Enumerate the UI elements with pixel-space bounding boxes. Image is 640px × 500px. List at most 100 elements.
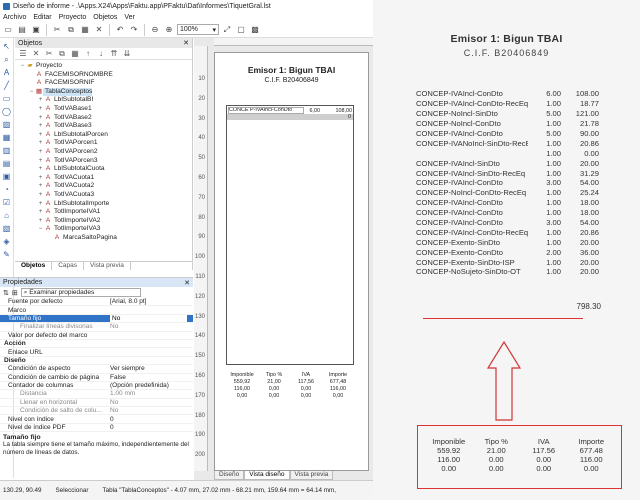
tree-item[interactable]: + A TotIVABase2: [19, 114, 192, 123]
tree-toggle-icon[interactable]: −: [28, 88, 35, 97]
chart-icon[interactable]: ▤: [2, 159, 12, 168]
property-value[interactable]: Ver siempre: [110, 365, 193, 372]
delete-icon[interactable]: ✕: [93, 24, 105, 36]
property-row[interactable]: Diseño: [0, 357, 193, 366]
formcontrol-icon[interactable]: ☑: [2, 198, 12, 207]
new-icon[interactable]: ▭: [2, 24, 14, 36]
tree-item[interactable]: A FACEMISORNOMBRE: [19, 71, 192, 80]
properties-search[interactable]: ⌕ Examinar propiedades: [20, 288, 141, 297]
tree-toggle-icon[interactable]: +: [37, 174, 44, 183]
property-row[interactable]: Acción: [0, 340, 193, 349]
preview-icon[interactable]: ▢: [235, 24, 247, 36]
paint-icon[interactable]: ✎: [2, 250, 12, 259]
tree-item[interactable]: + A TotlImporteIVA2: [19, 217, 192, 226]
tree-item[interactable]: + A TotIVACuota2: [19, 182, 192, 191]
property-value[interactable]: 0: [110, 424, 193, 431]
table-icon[interactable]: ▦: [2, 133, 12, 142]
tree-item[interactable]: − ▦ TablaConceptos: [19, 87, 192, 97]
tab-vista-previa-design[interactable]: Vista previa: [289, 471, 334, 480]
design-vat-summary[interactable]: Imponible Tipo % IVA Importe 559,92 21,00 117,…: [226, 371, 354, 399]
property-row[interactable]: Finalizar líneas divisorias No: [0, 323, 193, 332]
tree-item[interactable]: + A TotIVAPorcen1: [19, 139, 192, 148]
tree-toggle-icon[interactable]: +: [37, 139, 44, 148]
property-value[interactable]: 1.00 mm: [110, 390, 193, 397]
property-row[interactable]: Condición de cambio de página False: [0, 374, 193, 382]
table-row-selected[interactable]: 0: [227, 114, 353, 120]
property-value[interactable]: 0: [110, 416, 193, 423]
tree-toggle-icon[interactable]: −: [37, 225, 44, 234]
tree-toggle-icon[interactable]: +: [37, 200, 44, 209]
table-row[interactable]: CONCE P-IVAIncl-ConDto 6,00 108,00: [227, 107, 353, 114]
tree-toggle-icon[interactable]: −: [19, 62, 26, 71]
tree-item[interactable]: + A TotIVABase3: [19, 122, 192, 131]
tree-toggle-icon[interactable]: +: [37, 114, 44, 123]
tree-item[interactable]: A MarcaSaltoPagina: [19, 234, 192, 243]
tree-toggle-icon[interactable]: +: [37, 217, 44, 226]
property-row[interactable]: Fuente por defecto [Arial, 8.0 pt]: [0, 298, 193, 307]
property-row[interactable]: Valor por defecto del marco: [0, 332, 193, 340]
tab-vista-diseno[interactable]: Vista diseño: [244, 471, 290, 480]
tab-objetos[interactable]: Objetos: [15, 262, 53, 270]
tabla-conceptos[interactable]: CONCE P-IVAIncl-ConDto 6,00 108,00 0: [226, 105, 354, 365]
tree-item[interactable]: + A TotlImporteIVA1: [19, 208, 192, 217]
menu-ver[interactable]: Ver: [124, 14, 135, 21]
tree-toggle-icon[interactable]: +: [37, 165, 44, 174]
property-row[interactable]: Llenar en horizontal No: [0, 399, 193, 408]
property-row[interactable]: Condición de aspecto Ver siempre: [0, 365, 193, 374]
property-value[interactable]: No: [110, 323, 193, 330]
tree-item[interactable]: + A LblSubtotalImporte: [19, 200, 192, 209]
fit-icon[interactable]: ⤢: [221, 24, 233, 36]
property-row[interactable]: Distancia 1.00 mm: [0, 390, 193, 399]
text-icon[interactable]: A: [2, 68, 12, 77]
design-area[interactable]: 10 20 30 40 50 60 70 80 90 100 110 120 130 140 150 160 1…: [194, 38, 373, 480]
gauge-icon[interactable]: ◔: [2, 185, 12, 194]
tab-capas[interactable]: Capas: [52, 262, 84, 270]
tree-item[interactable]: + A LblSubtotalBI: [19, 96, 192, 105]
tree-top-icon[interactable]: ⇈: [109, 49, 119, 58]
tree-toggle-icon[interactable]: +: [37, 105, 44, 114]
property-row[interactable]: Tamaño fijo No: [0, 314, 193, 324]
close-icon[interactable]: ✕: [184, 279, 190, 287]
tree-toggle-icon[interactable]: +: [37, 148, 44, 157]
property-row[interactable]: Marco: [0, 306, 193, 315]
property-row[interactable]: Enlace URL: [0, 348, 193, 357]
property-value[interactable]: No: [110, 314, 187, 322]
tree-copy-icon[interactable]: ⧉: [57, 49, 67, 59]
open-icon[interactable]: ▤: [16, 24, 28, 36]
tree-cut-icon[interactable]: ✂: [44, 49, 54, 58]
grid-icon[interactable]: ▩: [249, 24, 261, 36]
menu-proyecto[interactable]: Proyecto: [59, 14, 87, 21]
property-value[interactable]: [Arial, 8.0 pt]: [110, 298, 193, 305]
property-row[interactable]: Contador de columnas (Opción predefinida): [0, 382, 193, 391]
html-icon[interactable]: ⌂: [2, 211, 12, 220]
ole-icon[interactable]: ◈: [2, 237, 12, 246]
tree-toggle-icon[interactable]: +: [37, 191, 44, 200]
zoom-in-icon[interactable]: ⊕: [163, 24, 175, 36]
save-icon[interactable]: ▣: [30, 24, 42, 36]
tree-item[interactable]: − A TotlImporteIVA3: [19, 225, 192, 234]
tree-toggle-icon[interactable]: +: [37, 96, 44, 105]
tree-item[interactable]: + A LblSubtotalPorcen: [19, 131, 192, 140]
tree-toggle-icon[interactable]: +: [37, 122, 44, 131]
tree-toggle-icon[interactable]: +: [37, 208, 44, 217]
barcode-icon[interactable]: ▥: [2, 146, 12, 155]
menu-archivo[interactable]: Archivo: [3, 14, 26, 21]
copy-icon[interactable]: ⧉: [65, 24, 77, 36]
tree-item[interactable]: + A TotIVABase1: [19, 105, 192, 114]
property-value[interactable]: (Opción predefinida): [110, 382, 193, 389]
close-icon[interactable]: ✕: [183, 39, 189, 47]
tree-item[interactable]: + A TotIVACuota1: [19, 174, 192, 183]
tree-item[interactable]: + A TotIVAPorcen2: [19, 148, 192, 157]
cut-icon[interactable]: ✂: [51, 24, 63, 36]
property-value[interactable]: No: [110, 399, 193, 406]
tree-up-icon[interactable]: ↑: [83, 49, 93, 58]
paste-icon[interactable]: ▦: [79, 24, 91, 36]
tree-item[interactable]: + A TotIVAPorcen3: [19, 157, 192, 166]
property-row[interactable]: Condición de salto de colu... No: [0, 407, 193, 416]
menu-editar[interactable]: Editar: [33, 14, 51, 21]
crosstab-icon[interactable]: ▣: [2, 172, 12, 181]
tree-item[interactable]: + A LblSubtotalCuota: [19, 165, 192, 174]
zoom-select[interactable]: 100% ▾: [177, 24, 219, 35]
zoom-icon[interactable]: ⌕: [2, 55, 12, 64]
tree-tool-icon[interactable]: ☰: [18, 49, 28, 58]
